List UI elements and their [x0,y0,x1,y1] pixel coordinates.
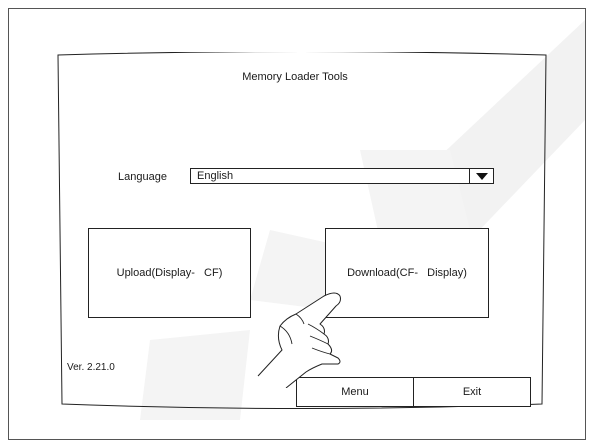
download-button-label: Download(CF- Display) [347,267,467,279]
language-select[interactable]: English [190,168,494,184]
exit-button[interactable]: Exit [413,378,530,406]
pointing-hand-icon [257,292,341,388]
upload-button-label: Upload(Display- CF) [116,267,223,279]
version-text: Ver. 2.21.0 [67,362,115,373]
page-title: Memory Loader Tools [242,71,348,83]
language-value: English [197,170,234,182]
triangle-down-icon[interactable] [469,169,493,183]
language-label: Language [118,171,167,183]
exit-button-label: Exit [462,386,482,398]
upload-button[interactable]: Upload(Display- CF) [88,228,251,318]
